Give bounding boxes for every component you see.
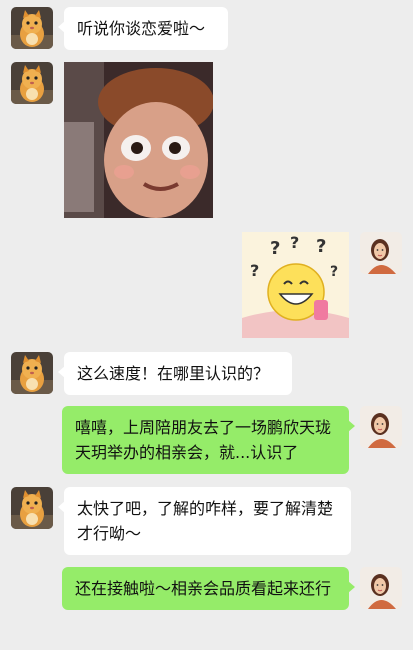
- surprised-boy-face-sticker[interactable]: [64, 62, 213, 218]
- message-bubble[interactable]: 太快了吧，了解的咋样，要了解清楚才行呦～: [58, 487, 351, 555]
- svg-text:?: ?: [330, 264, 338, 280]
- message-bubble[interactable]: 听说你谈恋爱啦～: [58, 7, 228, 50]
- message-bubble[interactable]: 还在接触啦～相亲会品质看起来还行: [62, 567, 355, 610]
- woman-avatar[interactable]: [360, 232, 402, 274]
- message-bubble[interactable]: 嘻嘻，上周陪朋友去了一场鹏欣天珑天玥举办的相亲会，就...认识了: [62, 406, 355, 474]
- cat-avatar[interactable]: [11, 487, 53, 529]
- cat-avatar[interactable]: [11, 352, 53, 394]
- woman-avatar[interactable]: [360, 567, 402, 609]
- confused-smiling-emoji-sticker[interactable]: ? ? ? ? ?: [242, 232, 349, 338]
- svg-text:?: ?: [316, 236, 326, 257]
- svg-text:?: ?: [250, 261, 259, 280]
- woman-avatar[interactable]: [360, 406, 402, 448]
- svg-text:?: ?: [290, 233, 299, 252]
- message-bubble[interactable]: 这么速度！在哪里认识的？: [58, 352, 292, 395]
- cat-avatar[interactable]: [11, 7, 53, 49]
- svg-text:?: ?: [270, 238, 280, 259]
- cat-avatar[interactable]: [11, 62, 53, 104]
